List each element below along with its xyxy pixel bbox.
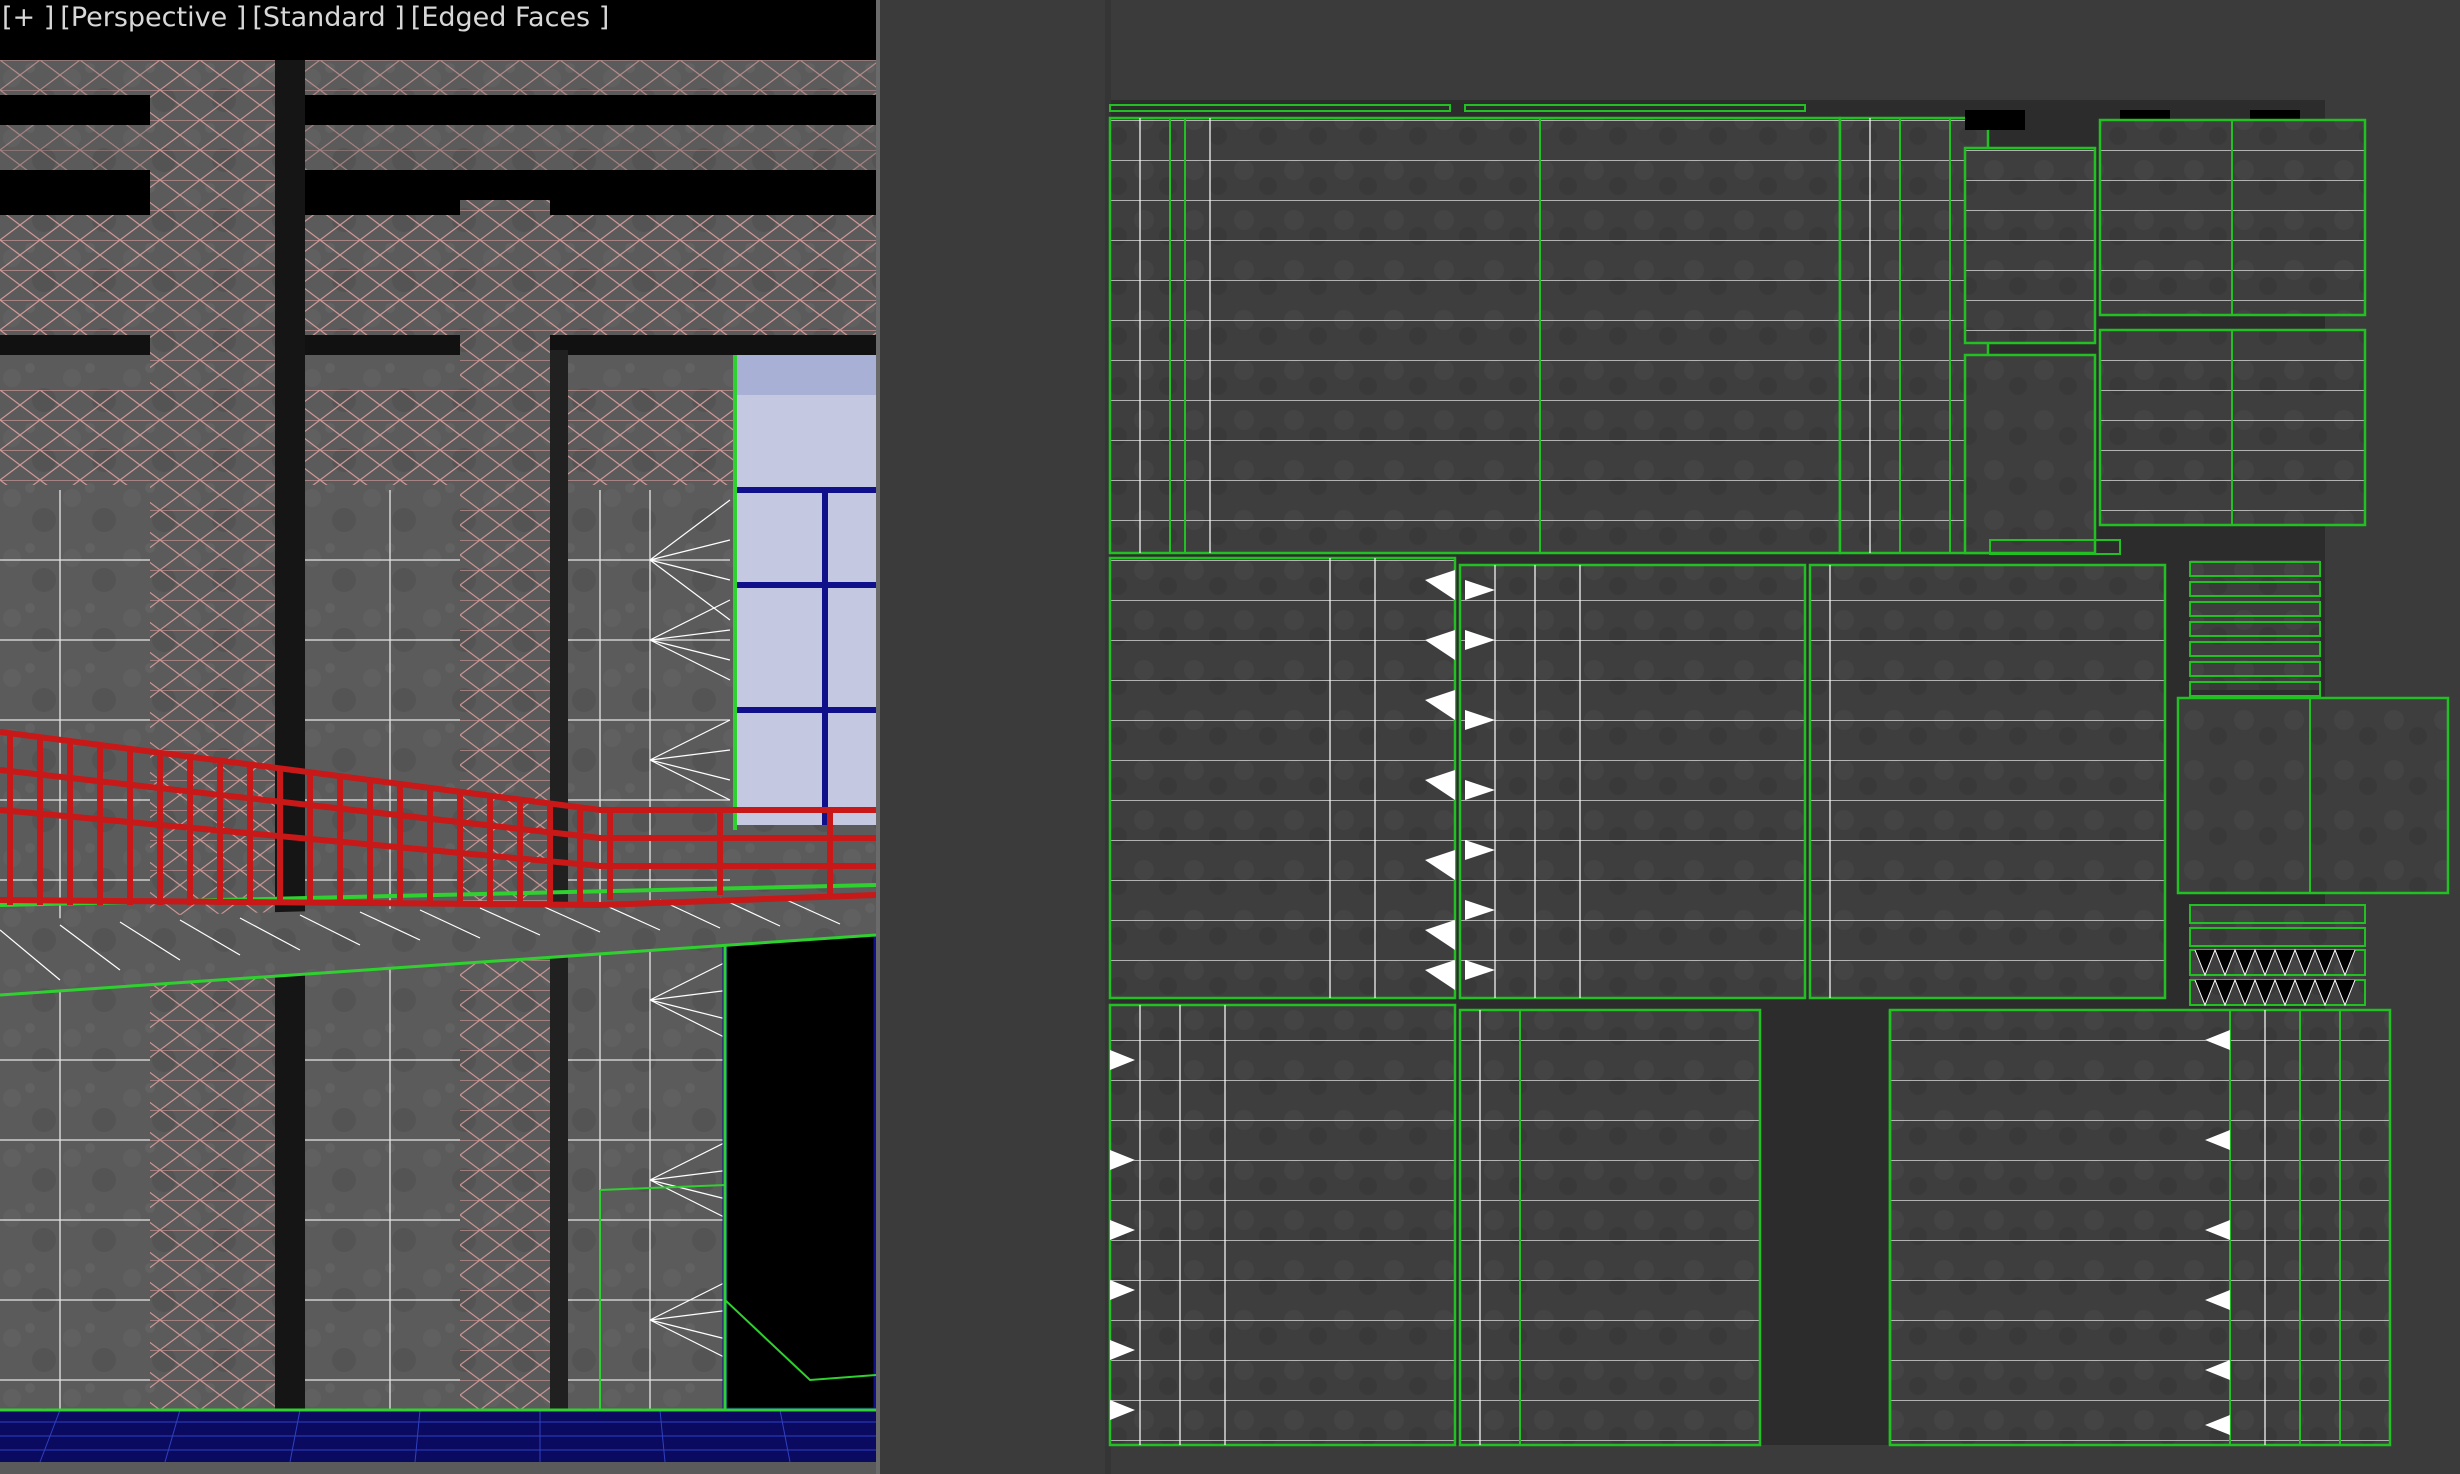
window	[733, 355, 876, 830]
edged-faces-label[interactable]: [Edged Faces ]	[411, 2, 609, 33]
uv-shell-7[interactable]	[1108, 1003, 1457, 1447]
uv-shell-1[interactable]	[1108, 116, 1990, 555]
floor-grid	[0, 1408, 876, 1463]
uv-shell-2[interactable]	[1963, 110, 2367, 555]
viewport-menu-button[interactable]: [+ ]	[2, 2, 54, 33]
perspective-viewport[interactable]: [+ ] [Perspective ] [Standard ] [Edged Face…	[0, 0, 876, 1474]
viewport-bottom-border	[0, 1462, 876, 1474]
uv-shell-9[interactable]	[1888, 1008, 2392, 1447]
uv-shell-3[interactable]	[1108, 556, 1457, 1000]
uv-shell-5[interactable]	[1808, 563, 2167, 1000]
uv-shell-6[interactable]	[2176, 560, 2450, 1007]
shading-mode-label[interactable]: [Standard ]	[252, 2, 404, 33]
uv-shell-8[interactable]	[1458, 1008, 1762, 1447]
viewport-scene	[0, 0, 876, 1474]
uv-shell-4[interactable]	[1458, 563, 1807, 1000]
view-mode-label[interactable]: [Perspective ]	[60, 2, 246, 33]
uv-layout	[1105, 0, 2450, 1474]
uv-editor-panel[interactable]	[880, 0, 2460, 1474]
viewport-label[interactable]: [+ ] [Perspective ] [Standard ] [Edged Face…	[2, 2, 615, 33]
